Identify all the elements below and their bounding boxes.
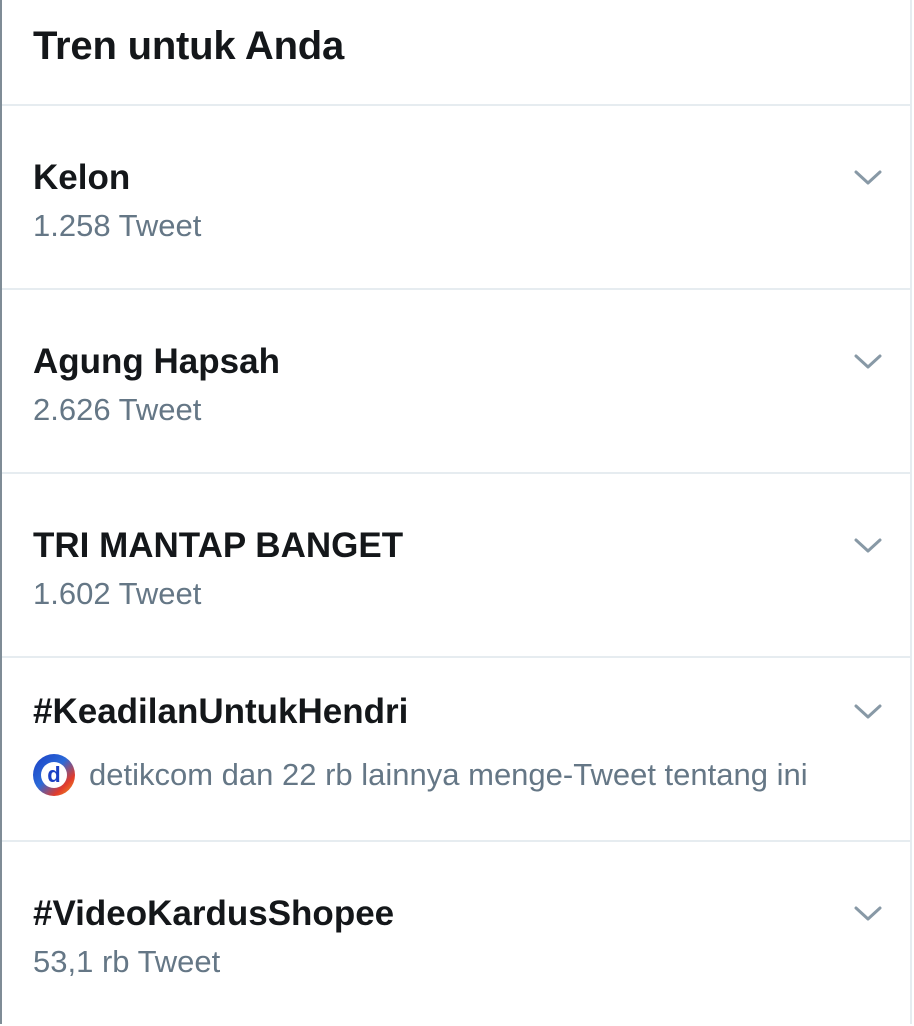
trend-item[interactable]: Agung Hapsah 2.626 Tweet — [2, 290, 910, 474]
trend-tweet-count: 2.626 Tweet — [33, 392, 202, 427]
trend-name: TRI MANTAP BANGET — [33, 526, 404, 565]
trend-item[interactable]: TRI MANTAP BANGET 1.602 Tweet — [2, 474, 910, 658]
page-title: Tren untuk Anda — [33, 23, 345, 68]
trends-panel: Tren untuk Anda Kelon 1.258 Tweet Agung … — [0, 0, 912, 1024]
trend-context: d detikcom dan 22 rb lainnya menge-Tweet… — [33, 754, 808, 796]
trend-name: #VideoKardusShopee — [33, 894, 395, 933]
trend-item[interactable]: #VideoKardusShopee 53,1 rb Tweet — [2, 842, 910, 1026]
trend-tweet-count: 1.602 Tweet — [33, 576, 202, 611]
chevron-down-icon[interactable] — [852, 162, 884, 194]
trend-name: Kelon — [33, 158, 131, 197]
chevron-down-icon[interactable] — [852, 346, 884, 378]
trend-tweet-count: 53,1 rb Tweet — [33, 944, 221, 979]
trends-header: Tren untuk Anda — [2, 0, 910, 106]
trend-item[interactable]: #KeadilanUntukHendri d detikcom dan 22 r… — [2, 658, 910, 842]
trend-item[interactable]: Kelon 1.258 Tweet — [2, 106, 910, 290]
avatar-letter: d — [41, 762, 67, 788]
chevron-down-icon[interactable] — [852, 696, 884, 728]
chevron-down-icon[interactable] — [852, 530, 884, 562]
detikcom-avatar: d — [33, 754, 75, 796]
trend-tweet-count: 1.258 Tweet — [33, 208, 202, 243]
chevron-down-icon[interactable] — [852, 898, 884, 930]
trend-context-text: detikcom dan 22 rb lainnya menge-Tweet t… — [89, 757, 808, 792]
trend-name: #KeadilanUntukHendri — [33, 692, 409, 731]
trend-name: Agung Hapsah — [33, 342, 280, 381]
